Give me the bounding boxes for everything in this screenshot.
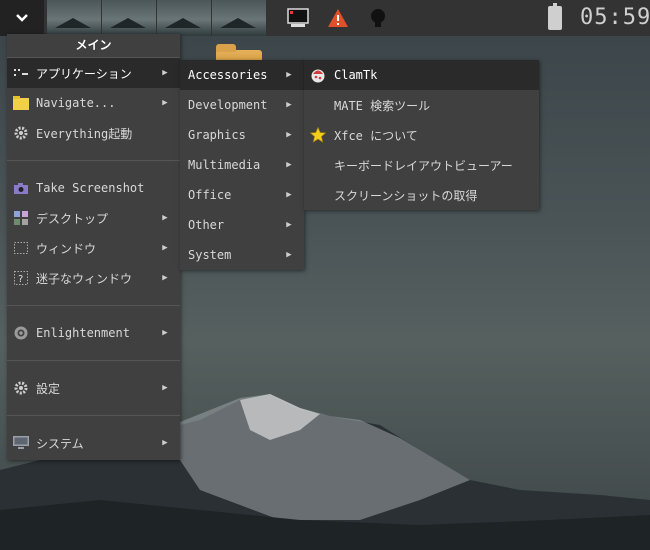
warning-icon[interactable] (324, 4, 352, 32)
menu-separator (7, 293, 180, 318)
submenu-arrow-icon: ▶ (286, 130, 292, 140)
menu-item-label: Accessories (188, 68, 268, 82)
menu-item-label: Office (188, 188, 232, 202)
menu-item-everything[interactable]: Everything起動 (7, 118, 180, 148)
menu-item-label: Enlightenment (36, 326, 130, 340)
menu-item-label: ClamTk (334, 68, 378, 82)
applications-submenu: Accessories ▶ Development ▶ Graphics ▶ M… (180, 60, 304, 270)
submenu-arrow-icon: ▶ (162, 328, 168, 338)
submenu-item-system[interactable]: System ▶ (180, 240, 304, 270)
app-item-about-xfce[interactable]: Xfce について (304, 120, 539, 150)
desktop-2[interactable] (102, 0, 156, 36)
menu-item-label: Everything起動 (36, 126, 133, 141)
system-tray (284, 4, 404, 32)
menu-item-take-screenshot[interactable]: Take Screenshot (7, 173, 180, 203)
menu-item-label: ウィンドウ (36, 241, 97, 256)
menu-item-enlightenment[interactable]: Enlightenment ▶ (7, 318, 180, 348)
app-item-keyboard-layout-viewer[interactable]: キーボードレイアウトビューアー (304, 150, 539, 180)
menu-item-label: System (188, 248, 232, 262)
battery-icon[interactable] (548, 3, 562, 30)
submenu-arrow-icon: ▶ (286, 70, 292, 80)
submenu-arrow-icon: ▶ (162, 438, 168, 448)
taskbar: 05:59 (0, 0, 650, 36)
menu-item-window[interactable]: ウィンドウ ▶ (7, 233, 180, 263)
clamtk-icon (310, 67, 326, 83)
menu-item-label: Graphics (188, 128, 246, 142)
accessories-submenu: ClamTk MATE 検索ツール Xfce について キーボードレイアウトビュ… (304, 60, 539, 210)
folder-icon (13, 95, 29, 111)
submenu-arrow-icon: ▶ (286, 250, 292, 260)
submenu-item-development[interactable]: Development ▶ (180, 90, 304, 120)
menu-item-label: Multimedia (188, 158, 261, 172)
computer-icon (13, 435, 29, 451)
terminal-icon[interactable] (284, 4, 312, 32)
app-item-mate-search-tool[interactable]: MATE 検索ツール (304, 90, 539, 120)
submenu-item-multimedia[interactable]: Multimedia ▶ (180, 150, 304, 180)
desktop-icon (13, 210, 29, 226)
submenu-arrow-icon: ▶ (286, 100, 292, 110)
blank-icon (310, 157, 326, 173)
submenu-item-graphics[interactable]: Graphics ▶ (180, 120, 304, 150)
desktop-pager[interactable] (47, 0, 267, 36)
menu-item-label: Development (188, 98, 268, 112)
menu-item-desktop[interactable]: デスクトップ ▶ (7, 203, 180, 233)
menu-item-label: システム (36, 436, 84, 451)
submenu-arrow-icon: ▶ (286, 190, 292, 200)
main-menu: メイン アプリケーション ▶ Navigate... ▶ Everything起… (7, 34, 180, 460)
submenu-arrow-icon: ▶ (162, 68, 168, 78)
menu-item-settings[interactable]: 設定 ▶ (7, 373, 180, 403)
chevron-down-icon (16, 10, 28, 26)
menu-item-applications[interactable]: アプリケーション ▶ (7, 58, 180, 88)
submenu-arrow-icon: ▶ (162, 383, 168, 393)
settings-gear-icon (13, 380, 29, 396)
svg-text:?: ? (18, 274, 23, 285)
submenu-item-other[interactable]: Other ▶ (180, 210, 304, 240)
applications-icon (13, 65, 29, 81)
menu-item-label: Xfce について (334, 128, 418, 143)
menu-item-label: Navigate... (36, 96, 116, 110)
desktop-3[interactable] (157, 0, 211, 36)
menu-item-label: スクリーンショットの取得 (334, 188, 478, 203)
menu-item-navigate[interactable]: Navigate... ▶ (7, 88, 180, 118)
enlightenment-icon (13, 325, 29, 341)
desktop-4[interactable] (212, 0, 266, 36)
main-menu-button[interactable] (0, 0, 44, 36)
menu-separator (7, 403, 180, 428)
menu-item-label: アプリケーション (36, 66, 132, 81)
menu-separator (7, 348, 180, 373)
menu-item-system[interactable]: システム ▶ (7, 428, 180, 458)
main-menu-title: メイン (7, 34, 180, 58)
menu-item-label: キーボードレイアウトビューアー (334, 158, 513, 173)
lightbulb-icon[interactable] (364, 4, 392, 32)
menu-item-label: 迷子なウィンドウ (36, 271, 133, 286)
window-icon (13, 240, 29, 256)
menu-item-label: Take Screenshot (36, 181, 145, 195)
star-icon (310, 127, 326, 143)
blank-icon (310, 187, 326, 203)
submenu-item-office[interactable]: Office ▶ (180, 180, 304, 210)
app-item-clamtk[interactable]: ClamTk (304, 60, 539, 90)
menu-item-label: デスクトップ (36, 211, 109, 226)
submenu-arrow-icon: ▶ (162, 213, 168, 223)
blank-icon (310, 97, 326, 113)
submenu-arrow-icon: ▶ (162, 243, 168, 253)
submenu-arrow-icon: ▶ (162, 98, 168, 108)
menu-item-lost-windows[interactable]: ? 迷子なウィンドウ ▶ (7, 263, 180, 293)
menu-item-label: MATE 検索ツール (334, 98, 431, 113)
submenu-arrow-icon: ▶ (286, 160, 292, 170)
app-item-take-screenshot[interactable]: スクリーンショットの取得 (304, 180, 539, 210)
desktop-1[interactable] (47, 0, 101, 36)
submenu-arrow-icon: ▶ (162, 273, 168, 283)
gear-icon (13, 125, 29, 141)
submenu-arrow-icon: ▶ (286, 220, 292, 230)
menu-item-label: 設定 (36, 381, 61, 396)
menu-item-label: Other (188, 218, 225, 232)
camera-icon (13, 180, 29, 196)
menu-separator (7, 148, 180, 173)
clock[interactable]: 05:59 (580, 5, 650, 30)
submenu-item-accessories[interactable]: Accessories ▶ (180, 60, 304, 90)
lost-window-icon: ? (13, 270, 29, 286)
